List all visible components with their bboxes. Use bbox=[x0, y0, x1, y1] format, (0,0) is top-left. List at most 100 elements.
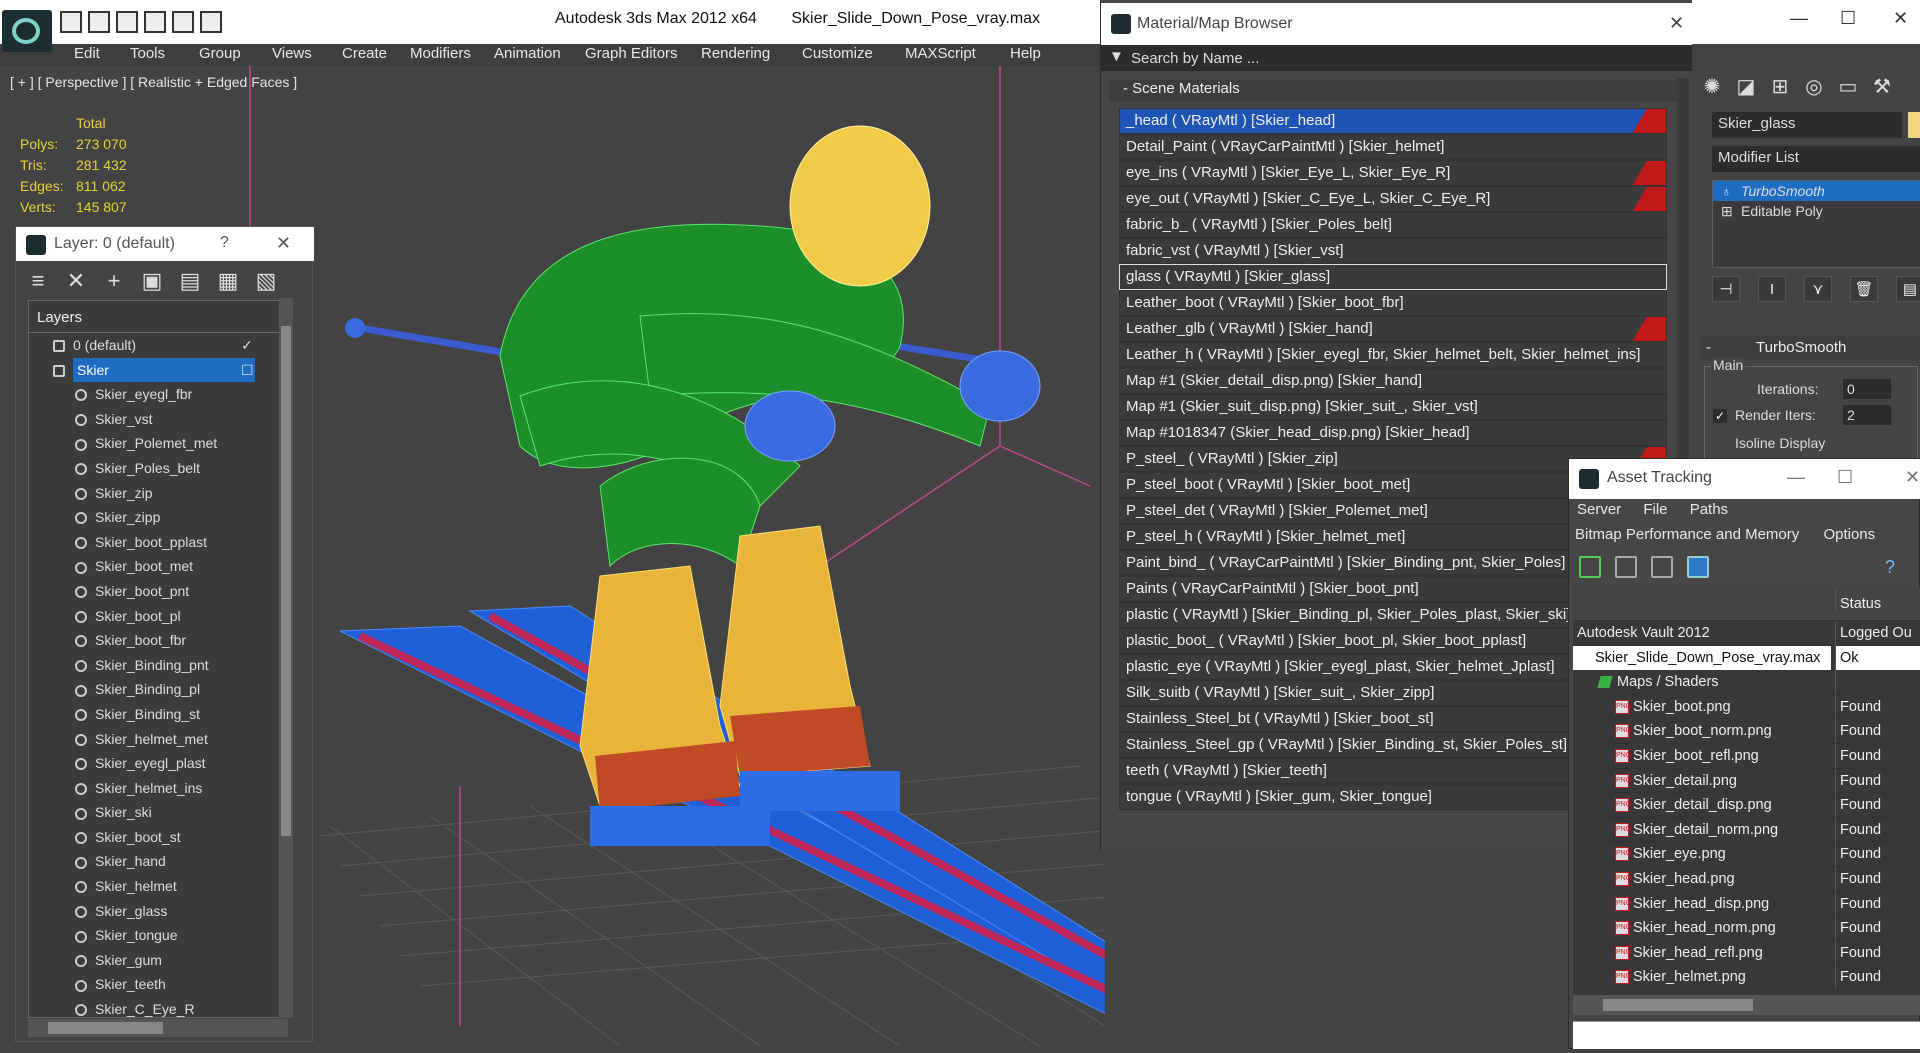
make-unique-icon[interactable]: ⋎ bbox=[1804, 276, 1832, 302]
menu-server[interactable]: Server bbox=[1577, 501, 1621, 518]
menu-rendering[interactable]: Rendering bbox=[701, 45, 770, 62]
asset-tracking-titlebar[interactable]: Asset Tracking — ☐ ✕ bbox=[1569, 459, 1920, 499]
material-row[interactable]: Leather_h ( VRayMtl ) [Skier_eyegl_fbr, … bbox=[1119, 342, 1667, 368]
layer-object-row[interactable]: Skier_Polemet_met bbox=[29, 431, 287, 456]
asset-row[interactable]: Autodesk Vault 2012 Logged Ou bbox=[1573, 621, 1920, 646]
layer-object-row[interactable]: Skier_glass bbox=[29, 899, 287, 924]
material-row[interactable]: eye_out ( VRayMtl ) [Skier_C_Eye_L, Skie… bbox=[1119, 186, 1667, 212]
layer-vertical-scrollbar[interactable] bbox=[279, 298, 293, 1018]
create-tab-icon[interactable]: ✺ bbox=[1700, 74, 1724, 98]
modifier-list-dropdown[interactable]: Modifier List bbox=[1712, 146, 1920, 172]
layer-object-row[interactable]: Skier_Binding_pnt bbox=[29, 653, 287, 678]
display-tab-icon[interactable]: ▭ bbox=[1836, 74, 1860, 98]
layer-object-row[interactable]: Skier_boot_met bbox=[29, 554, 287, 579]
project-folder-icon[interactable] bbox=[172, 11, 194, 33]
layer-object-row[interactable]: Skier_eyegl_plast bbox=[29, 751, 287, 776]
menu-file[interactable]: File bbox=[1643, 501, 1667, 518]
table-view-icon[interactable] bbox=[1687, 556, 1709, 578]
asset-row[interactable]: Maps / Shaders bbox=[1573, 670, 1920, 695]
layer-panel-titlebar[interactable]: Layer: 0 (default) ? ✕ bbox=[16, 227, 314, 261]
material-browser-titlebar[interactable]: Material/Map Browser ✕ bbox=[1101, 3, 1693, 45]
layer-object-row[interactable]: Skier_boot_pplast bbox=[29, 530, 287, 555]
active-check-icon[interactable]: ✓ bbox=[241, 333, 253, 357]
menu-bitmap-performance[interactable]: Bitmap Performance and Memory bbox=[1575, 526, 1799, 543]
layer-object-row[interactable]: Skier_teeth bbox=[29, 972, 287, 997]
material-row[interactable]: Leather_boot ( VRayMtl ) [Skier_boot_fbr… bbox=[1119, 290, 1667, 316]
menu-views[interactable]: Views bbox=[272, 45, 312, 62]
material-row[interactable]: _head ( VRayMtl ) [Skier_head] bbox=[1119, 108, 1667, 134]
layer-object-row[interactable]: Skier_tongue bbox=[29, 923, 287, 948]
minimize-icon[interactable]: — bbox=[1790, 8, 1808, 29]
material-row[interactable]: Map #1 (Skier_suit_disp.png) [Skier_suit… bbox=[1119, 394, 1667, 420]
layer-object-row[interactable]: Skier_vst bbox=[29, 407, 287, 432]
material-row[interactable]: fabric_b_ ( VRayMtl ) [Skier_Poles_belt] bbox=[1119, 212, 1667, 238]
layer-object-row[interactable]: Skier_Binding_st bbox=[29, 702, 287, 727]
asset-row[interactable]: Skier_Slide_Down_Pose_vray.max Ok bbox=[1573, 645, 1920, 671]
utilities-tab-icon[interactable]: ⚒ bbox=[1870, 74, 1894, 98]
asset-row[interactable]: PNG Skier_boot_refl.png Found bbox=[1573, 743, 1920, 769]
layer-row-skier[interactable]: Skier ☐ bbox=[29, 357, 287, 383]
motion-tab-icon[interactable]: ◎ bbox=[1802, 74, 1826, 98]
asset-path-field[interactable] bbox=[1573, 1021, 1920, 1049]
isoline-display-label[interactable]: Isoline Display bbox=[1735, 435, 1825, 451]
layer-row-default[interactable]: 0 (default) ✓ bbox=[29, 333, 287, 358]
detail-view-icon[interactable] bbox=[1651, 556, 1673, 578]
close-icon[interactable]: ✕ bbox=[1669, 13, 1684, 34]
layer-horizontal-scrollbar[interactable] bbox=[28, 1019, 288, 1037]
redo-icon[interactable] bbox=[144, 11, 166, 33]
layer-object-row[interactable]: Skier_boot_pl bbox=[29, 604, 287, 629]
asset-row[interactable]: PNG Skier_head_norm.png Found bbox=[1573, 916, 1920, 941]
asset-row[interactable]: PNG Skier_head_refl.png Found bbox=[1573, 940, 1920, 966]
scene-materials-header[interactable]: - Scene Materials bbox=[1109, 80, 1684, 102]
menu-group[interactable]: Group bbox=[199, 45, 241, 62]
asset-horizontal-scrollbar[interactable] bbox=[1573, 995, 1920, 1015]
stack-item-editable-poly[interactable]: ⊞ Editable Poly bbox=[1713, 201, 1920, 221]
asset-row[interactable]: PNG Skier_detail_disp.png Found bbox=[1573, 793, 1920, 818]
viewport-label[interactable]: [ + ] [ Perspective ] [ Realistic + Edge… bbox=[10, 74, 297, 90]
search-options-icon[interactable]: ▼ bbox=[1109, 48, 1124, 65]
create-layer-icon[interactable]: ≡ bbox=[26, 269, 50, 293]
show-end-result-icon[interactable]: I bbox=[1758, 276, 1786, 302]
layer-object-row[interactable]: Skier_helmet bbox=[29, 874, 287, 899]
minimize-icon[interactable]: — bbox=[1787, 467, 1805, 488]
add-to-layer-icon[interactable]: + bbox=[102, 269, 126, 293]
layer-object-row[interactable]: Skier_eyegl_fbr bbox=[29, 382, 287, 407]
modify-tab-icon[interactable]: ◪ bbox=[1734, 74, 1758, 98]
asset-row[interactable]: PNG Skier_boot.png Found bbox=[1573, 694, 1920, 720]
layer-object-row[interactable]: Skier_Binding_pl bbox=[29, 677, 287, 702]
layer-object-row[interactable]: Skier_helmet_ins bbox=[29, 776, 287, 801]
menu-paths[interactable]: Paths bbox=[1690, 501, 1728, 518]
menu-tools[interactable]: Tools bbox=[130, 45, 165, 62]
layer-object-row[interactable]: Skier_helmet_met bbox=[29, 727, 287, 752]
close-icon[interactable]: ✕ bbox=[1905, 467, 1920, 488]
configure-sets-icon[interactable]: ▤ bbox=[1896, 276, 1920, 302]
menu-options[interactable]: Options bbox=[1823, 526, 1875, 543]
menu-graph-editors[interactable]: Graph Editors bbox=[585, 45, 678, 62]
layer-object-row[interactable]: Skier_boot_st bbox=[29, 825, 287, 850]
asset-row[interactable]: PNG Skier_boot_norm.png Found bbox=[1573, 719, 1920, 744]
menu-help[interactable]: Help bbox=[1010, 45, 1041, 62]
layer-object-row[interactable]: Skier_ski bbox=[29, 800, 287, 825]
layer-object-row[interactable]: Skier_zipp bbox=[29, 505, 287, 530]
menu-customize[interactable]: Customize bbox=[802, 45, 873, 62]
refresh-icon[interactable] bbox=[1579, 556, 1601, 578]
asset-row[interactable]: PNG Skier_eye.png Found bbox=[1573, 842, 1920, 867]
help-icon[interactable]: ? bbox=[1885, 557, 1895, 578]
object-color-swatch[interactable] bbox=[1908, 112, 1920, 138]
list-view-icon[interactable] bbox=[1615, 556, 1637, 578]
material-row[interactable]: Detail_Paint ( VRayCarPaintMtl ) [Skier_… bbox=[1119, 134, 1667, 160]
iterations-spinner[interactable]: 0 bbox=[1843, 379, 1891, 399]
material-row[interactable]: Map #1018347 (Skier_head_disp.png) [Skie… bbox=[1119, 420, 1667, 446]
material-row[interactable]: glass ( VRayMtl ) [Skier_glass] bbox=[1119, 264, 1667, 290]
render-iters-checkbox[interactable]: ✓ bbox=[1713, 409, 1727, 423]
select-objects-icon[interactable]: ▣ bbox=[140, 269, 164, 293]
menu-modifiers[interactable]: Modifiers bbox=[410, 45, 471, 62]
maximize-icon[interactable]: ☐ bbox=[1837, 467, 1853, 488]
asset-row[interactable]: PNG Skier_head.png Found bbox=[1573, 866, 1920, 892]
layer-toggle-icon[interactable]: ☐ bbox=[241, 358, 254, 382]
menu-maxscript[interactable]: MAXScript bbox=[905, 45, 976, 62]
stack-item-turbosmooth[interactable]: ♁ TurboSmooth bbox=[1713, 181, 1920, 201]
layer-object-row[interactable]: Skier_gum bbox=[29, 948, 287, 973]
layer-object-row[interactable]: Skier_Poles_belt bbox=[29, 456, 287, 481]
layer-object-row[interactable]: Skier_zip bbox=[29, 481, 287, 506]
